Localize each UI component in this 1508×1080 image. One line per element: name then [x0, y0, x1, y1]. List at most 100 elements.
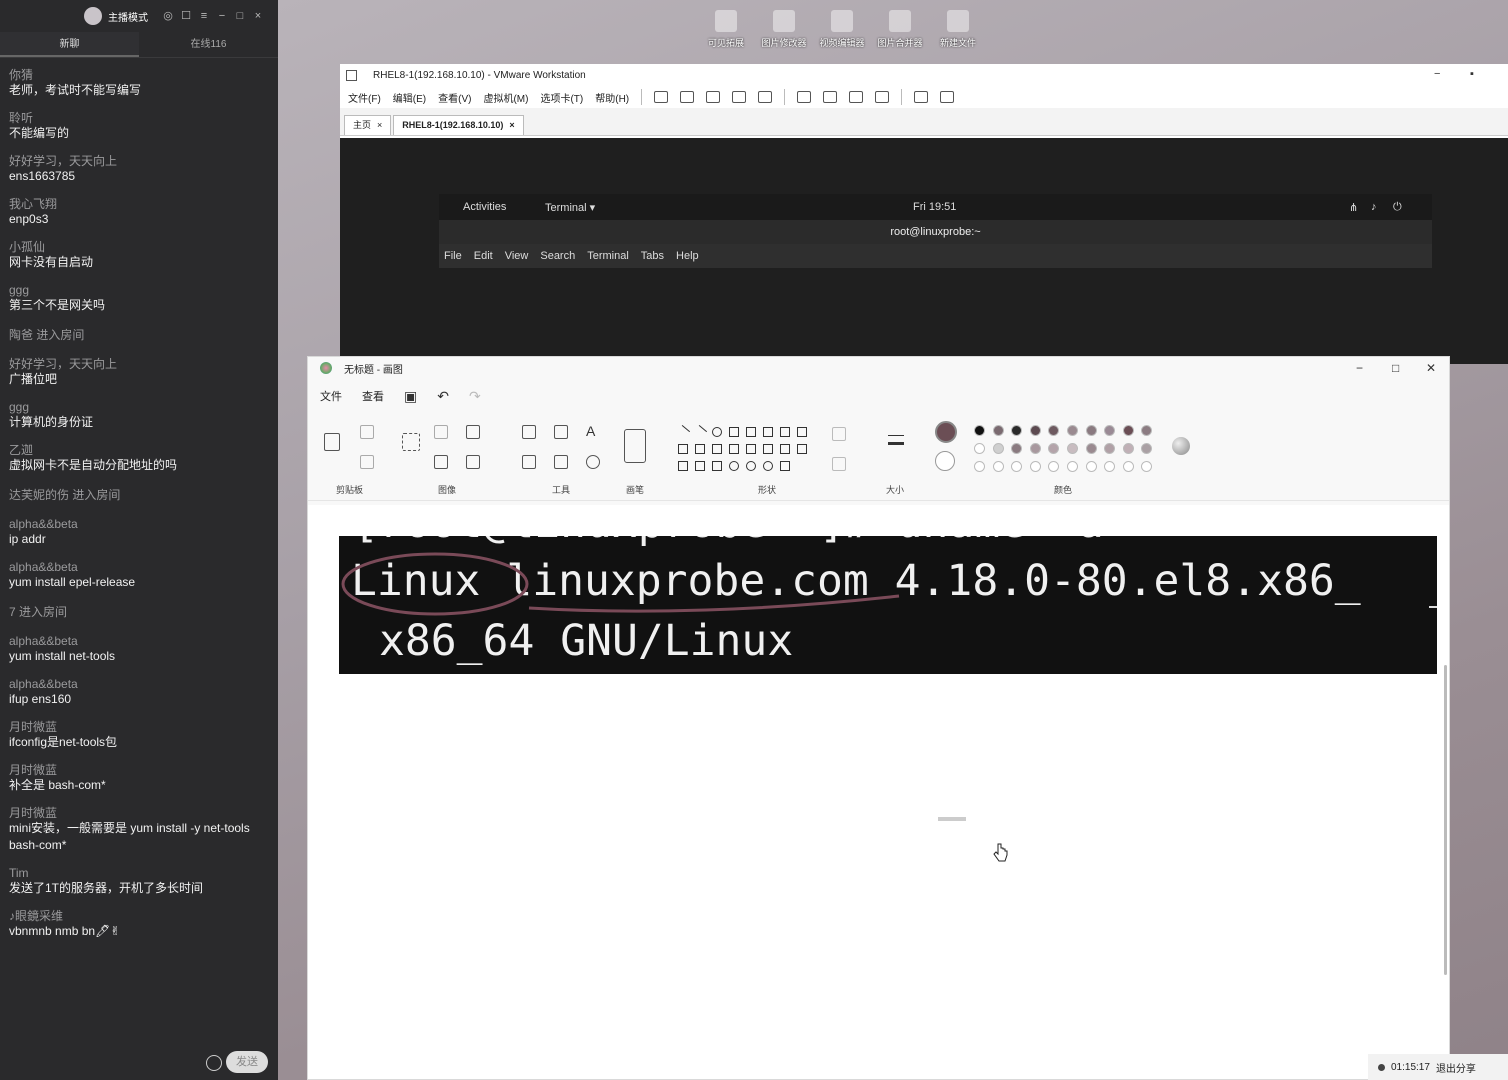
thumbnail-icon[interactable]: [823, 91, 838, 103]
color-swatch[interactable]: [1104, 443, 1116, 454]
close-icon[interactable]: ✕: [1426, 361, 1436, 375]
edit-icon[interactable]: ☐: [180, 10, 192, 22]
close-icon[interactable]: ×: [252, 10, 264, 22]
lightning-shape-icon[interactable]: [780, 461, 790, 471]
emoji-icon[interactable]: [206, 1055, 222, 1071]
four-point-star-shape-icon[interactable]: [797, 444, 807, 454]
color-swatch[interactable]: [1029, 425, 1041, 436]
tab-chat[interactable]: 新聊: [0, 32, 139, 57]
pencil-icon[interactable]: [522, 425, 536, 439]
color-picker-icon[interactable]: [554, 455, 568, 469]
send-button[interactable]: 发送: [226, 1051, 268, 1073]
custom-color-swatch[interactable]: [1141, 461, 1153, 472]
color-swatch[interactable]: [1104, 425, 1116, 436]
vertical-scrollbar[interactable]: [1444, 665, 1447, 975]
tab-vm[interactable]: RHEL8-1(192.168.10.10) ×: [393, 115, 524, 135]
custom-color-swatch[interactable]: [1048, 461, 1060, 472]
menu-search[interactable]: Search: [540, 250, 575, 262]
secondary-color[interactable]: [935, 451, 955, 471]
stretch-icon[interactable]: [940, 91, 955, 103]
resize-icon[interactable]: [434, 455, 448, 469]
message-author[interactable]: 好好学习，天天向上: [9, 154, 269, 168]
color-swatch[interactable]: [992, 425, 1004, 436]
color-swatch[interactable]: [1067, 443, 1078, 454]
message-author[interactable]: 好好学习，天天向上: [9, 357, 269, 371]
six-point-star-shape-icon[interactable]: [695, 461, 705, 471]
menu-vm[interactable]: 虚拟机(M): [483, 90, 528, 105]
color-swatch[interactable]: [974, 425, 985, 436]
close-icon[interactable]: ×: [509, 116, 514, 135]
library-icon[interactable]: [797, 91, 812, 103]
eraser-icon[interactable]: [522, 455, 536, 469]
close-icon[interactable]: ×: [377, 116, 382, 135]
diamond-shape-icon[interactable]: [678, 444, 688, 454]
rounded-rect-shape-icon[interactable]: [746, 427, 756, 437]
rotate-icon[interactable]: [466, 425, 480, 439]
tab-home[interactable]: 主页 ×: [344, 115, 392, 135]
message-author[interactable]: 聆听: [9, 111, 269, 125]
hexagon-shape-icon[interactable]: [712, 444, 722, 454]
save-icon[interactable]: ▣: [404, 388, 417, 405]
terminal-app-menu[interactable]: Terminal ▾: [545, 201, 595, 214]
message-author[interactable]: alpha&&beta: [9, 677, 269, 691]
copy-icon[interactable]: [360, 455, 374, 469]
redo-icon[interactable]: ↷: [469, 388, 481, 405]
minimize-icon[interactable]: −: [1356, 361, 1363, 375]
snapshot-icon[interactable]: [706, 91, 721, 103]
message-author[interactable]: Tim: [9, 866, 269, 880]
menu-help[interactable]: 帮助(H): [595, 90, 629, 105]
message-author[interactable]: alpha&&beta: [9, 634, 269, 648]
custom-color-swatch[interactable]: [1104, 461, 1116, 472]
menu-terminal[interactable]: Terminal: [587, 250, 629, 262]
rectangle-shape-icon[interactable]: [729, 427, 739, 437]
down-arrow-shape-icon[interactable]: [780, 444, 790, 454]
message-author[interactable]: 你猜: [9, 68, 269, 82]
color-swatch[interactable]: [974, 443, 985, 454]
message-author[interactable]: ggg: [9, 283, 269, 297]
menu-view[interactable]: 查看: [362, 388, 384, 404]
color-swatch[interactable]: [1122, 425, 1134, 436]
paint-canvas[interactable]: [root@linuxprobe ~]# uname -a Linux linu…: [308, 505, 1449, 1079]
settings-icon[interactable]: ◎: [162, 10, 174, 22]
menu-tabs[interactable]: Tabs: [641, 250, 664, 262]
cloud-callout-shape-icon[interactable]: [746, 461, 756, 471]
brush-icon[interactable]: [624, 429, 646, 463]
five-point-star-shape-icon[interactable]: [678, 461, 688, 471]
color-swatch[interactable]: [1011, 443, 1023, 454]
flip-icon[interactable]: [466, 455, 480, 469]
power-icon[interactable]: ⏻: [1393, 201, 1402, 214]
color-swatch[interactable]: [1122, 443, 1134, 454]
menu-file[interactable]: 文件: [320, 388, 342, 404]
network-icon[interactable]: ⋔: [1349, 201, 1358, 214]
custom-color-swatch[interactable]: [1011, 461, 1023, 472]
right-arrow-shape-icon[interactable]: [729, 444, 739, 454]
menu-help[interactable]: Help: [676, 250, 699, 262]
message-author[interactable]: 乙迦: [9, 443, 269, 457]
color-swatch[interactable]: [1085, 425, 1097, 436]
paste-icon[interactable]: [324, 433, 340, 451]
polygon-shape-icon[interactable]: [763, 427, 773, 437]
volume-icon[interactable]: ♪: [1371, 201, 1377, 213]
custom-color-swatch[interactable]: [992, 461, 1004, 472]
crop-icon[interactable]: [434, 425, 448, 439]
send-keys-icon[interactable]: [680, 91, 695, 103]
oval-callout-shape-icon[interactable]: [729, 461, 739, 471]
fullscreen-icon[interactable]: [849, 91, 864, 103]
custom-color-swatch[interactable]: [1085, 461, 1097, 472]
custom-color-swatch[interactable]: [1067, 461, 1078, 472]
color-swatch[interactable]: [1048, 443, 1060, 454]
message-author[interactable]: ggg: [9, 400, 269, 414]
select-icon[interactable]: [402, 433, 420, 451]
exit-share-button[interactable]: 退出分享: [1436, 1060, 1476, 1075]
message-author[interactable]: 小孤仙: [9, 240, 269, 254]
color-swatch[interactable]: [1141, 443, 1153, 454]
triangle-shape-icon[interactable]: [780, 427, 790, 437]
message-author[interactable]: alpha&&beta: [9, 560, 269, 574]
color-swatch[interactable]: [1067, 425, 1078, 436]
message-author[interactable]: 月时微蓝: [9, 806, 269, 820]
clock[interactable]: Fri 19:51: [913, 201, 956, 213]
menu-icon[interactable]: ≡: [198, 10, 210, 22]
menu-file[interactable]: File: [444, 250, 462, 262]
oval-shape-icon[interactable]: [712, 427, 722, 437]
cut-icon[interactable]: [360, 425, 374, 439]
